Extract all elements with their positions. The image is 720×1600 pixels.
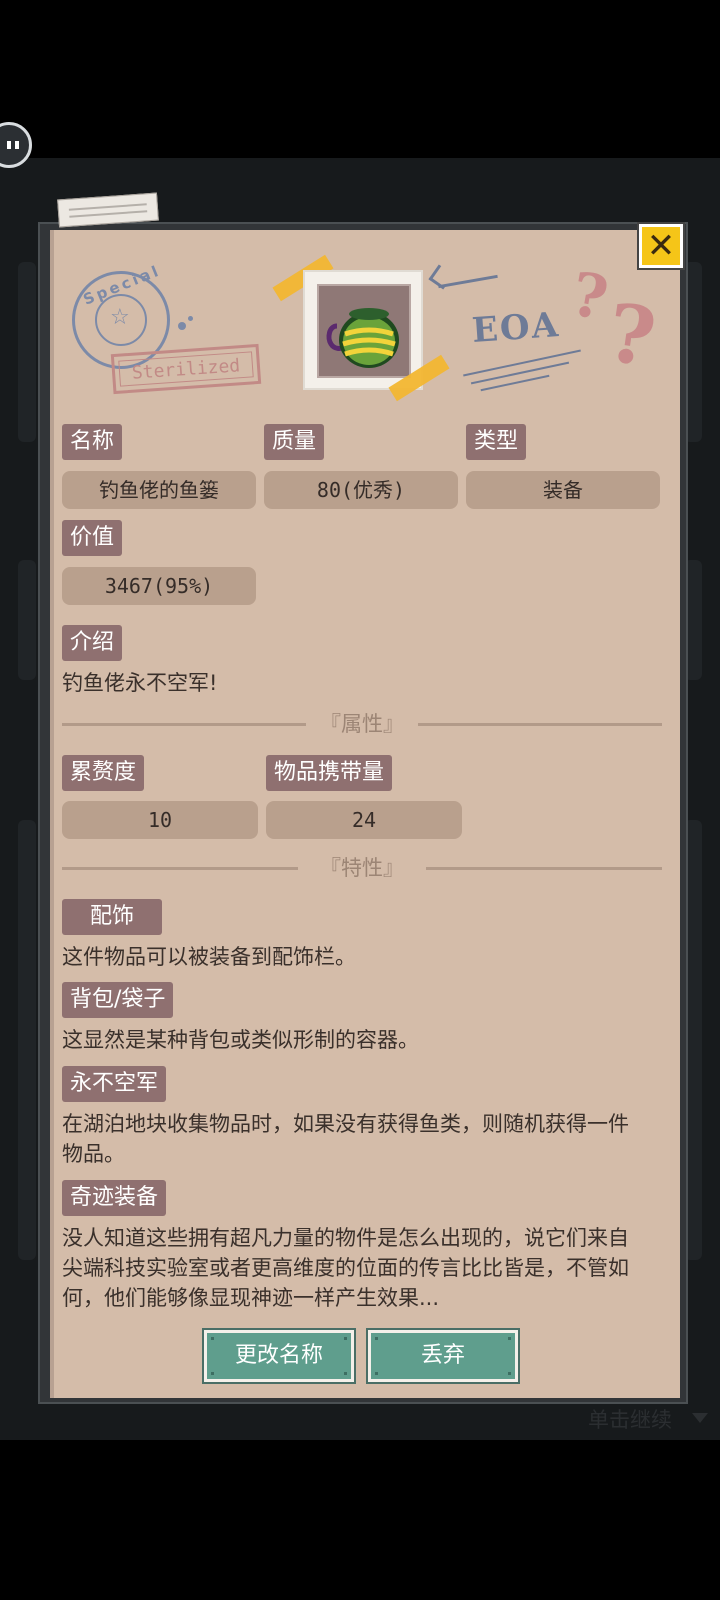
divider — [62, 867, 298, 870]
star-icon: ☆ — [110, 305, 130, 330]
capacity-value: 24 — [266, 801, 462, 839]
intro-text: 钓鱼佬永不空军! — [62, 671, 218, 695]
background-card — [18, 262, 36, 442]
value-label: 价值 — [62, 520, 123, 556]
burden-label: 累赘度 — [62, 755, 145, 791]
quality-value: 80(优秀) — [264, 471, 458, 509]
traits-title: 『特性』 — [320, 856, 404, 880]
game-screen: { "item": { "name_label": "名称", "name": … — [0, 0, 720, 1600]
pause-icon — [7, 141, 11, 149]
panel-edge — [50, 230, 54, 1398]
item-image-frame — [303, 270, 423, 390]
value-value: 3467(95%) — [62, 567, 256, 605]
trait-desc-accessory: 这件物品可以被装备到配饰栏。 — [62, 945, 356, 969]
discard-button[interactable]: 丢弃 — [368, 1330, 518, 1382]
background-card — [18, 820, 36, 1260]
ink-dot — [178, 322, 186, 330]
attributes-title: 『属性』 — [320, 712, 404, 736]
continue-arrow-icon — [692, 1413, 708, 1423]
name-label: 名称 — [62, 424, 123, 460]
continue-hint[interactable]: 单击继续 — [588, 1404, 672, 1434]
trait-label-bag: 背包/袋子 — [62, 982, 174, 1018]
background-card — [18, 560, 36, 680]
item-image-bg — [317, 284, 411, 378]
divider — [426, 867, 662, 870]
type-label: 类型 — [466, 424, 527, 460]
trait-desc-miracle: 没人知道这些拥有超凡力量的物件是怎么出现的，说它们来自尖端科技实验室或者更高维度… — [62, 1226, 629, 1310]
rename-button[interactable]: 更改名称 — [204, 1330, 354, 1382]
trait-desc-never-skunked: 在湖泊地块收集物品时，如果没有获得鱼类，则随机获得一件物品。 — [62, 1112, 629, 1166]
rename-button-label: 更改名称 — [234, 1343, 323, 1368]
trait-label-miracle: 奇迹装备 — [62, 1180, 167, 1216]
ink-dot — [188, 316, 193, 321]
eoa-stamp: EOA — [470, 304, 562, 352]
burden-value: 10 — [62, 801, 258, 839]
divider — [418, 723, 662, 726]
discard-button-label: 丢弃 — [420, 1343, 465, 1368]
trait-label-accessory: 配饰 — [62, 899, 162, 935]
fish-basket-icon — [326, 308, 399, 368]
capacity-label: 物品携带量 — [266, 755, 393, 791]
type-value: 装备 — [466, 471, 660, 509]
close-icon: ✕ — [646, 226, 676, 266]
close-button[interactable]: ✕ — [639, 224, 683, 268]
pause-icon — [15, 141, 19, 149]
name-value[interactable]: 钓鱼佬的鱼篓 — [62, 471, 256, 509]
trait-desc-bag: 这显然是某种背包或类似形制的容器。 — [62, 1028, 419, 1052]
quality-label: 质量 — [264, 424, 325, 460]
divider — [62, 723, 306, 726]
trait-label-never-skunked: 永不空军 — [62, 1066, 167, 1102]
intro-label: 介绍 — [62, 625, 123, 661]
